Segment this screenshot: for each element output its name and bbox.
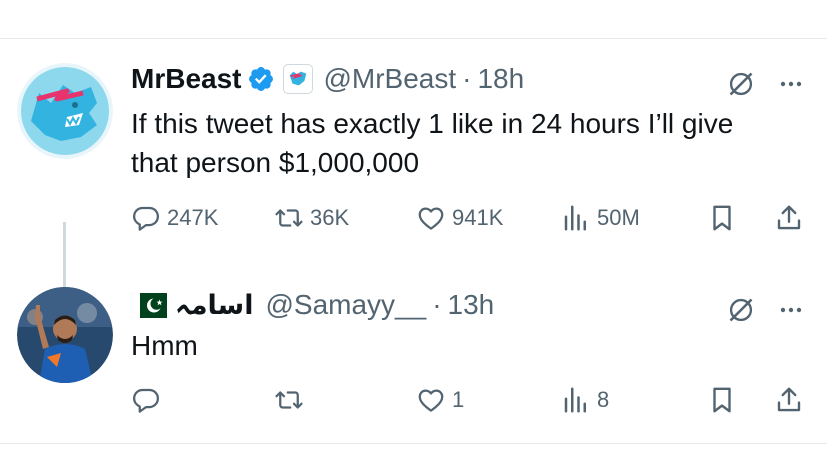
like-count: 1 <box>452 387 465 412</box>
view-count: 8 <box>597 387 610 412</box>
retweet-icon <box>275 209 303 227</box>
tweet-reply[interactable]: اسامہ @Samayy__ · 13h Hmm 1 8 <box>0 282 827 442</box>
tweet-header: MrBeast @MrBeast · 18h <box>131 62 524 96</box>
like-button[interactable]: 1 <box>416 383 464 417</box>
user-handle[interactable]: @Samayy__ <box>265 289 426 321</box>
display-name[interactable]: MrBeast <box>131 63 241 95</box>
bookmark-button[interactable] <box>707 201 737 235</box>
avatar-mrbeast[interactable] <box>17 63 113 159</box>
top-divider <box>0 38 827 39</box>
dot-separator: · <box>462 63 472 94</box>
user-handle[interactable]: @MrBeast <box>323 63 456 95</box>
affiliate-badge-icon <box>283 64 314 94</box>
reply-button[interactable]: 247K <box>131 201 218 235</box>
bookmark-icon <box>713 205 731 231</box>
reply-button[interactable] <box>131 383 167 417</box>
more-options-icon[interactable] <box>779 74 803 94</box>
views-icon <box>564 387 586 413</box>
views-icon <box>564 205 586 231</box>
reply-icon <box>133 388 159 413</box>
heart-icon <box>418 389 444 412</box>
views-button[interactable]: 8 <box>561 383 609 417</box>
tweet-header: اسامہ @Samayy__ · 13h <box>131 288 494 322</box>
avatar-samayy[interactable] <box>17 287 113 383</box>
share-button[interactable] <box>774 201 804 235</box>
timestamp[interactable]: 13h <box>448 289 495 321</box>
more-options-icon[interactable] <box>779 300 803 320</box>
reply-icon <box>133 206 159 231</box>
verified-badge-icon <box>249 67 274 91</box>
share-icon <box>777 205 801 230</box>
tweet-mrbeast[interactable]: MrBeast @MrBeast · 18h If this tweet has… <box>0 56 827 330</box>
bookmark-icon <box>713 387 731 413</box>
display-name[interactable]: اسامہ <box>175 290 253 321</box>
dot-separator: · <box>432 289 442 320</box>
like-count: 941K <box>452 205 504 230</box>
view-count: 50M <box>597 205 640 230</box>
pakistan-flag-icon <box>131 292 167 318</box>
tweet-actions: 1 8 <box>131 383 811 417</box>
tweet-text: If this tweet has exactly 1 like in 24 h… <box>131 108 734 178</box>
reply-count: 247K <box>167 205 219 230</box>
retweet-icon <box>275 391 303 409</box>
heart-icon <box>418 207 444 230</box>
like-button[interactable]: 941K <box>416 201 503 235</box>
tweet-actions: 247K 36K 941K 50M <box>131 201 811 235</box>
grok-icon[interactable] <box>727 70 755 98</box>
views-button[interactable]: 50M <box>561 201 640 235</box>
timestamp[interactable]: 18h <box>477 63 524 95</box>
share-icon <box>777 387 801 412</box>
bookmark-button[interactable] <box>707 383 737 417</box>
retweet-count: 36K <box>310 205 350 230</box>
grok-icon[interactable] <box>727 296 755 324</box>
share-button[interactable] <box>774 383 804 417</box>
bottom-divider <box>0 443 827 444</box>
retweet-button[interactable] <box>274 383 310 417</box>
tweet-text: Hmm <box>131 330 198 361</box>
retweet-button[interactable]: 36K <box>274 201 349 235</box>
